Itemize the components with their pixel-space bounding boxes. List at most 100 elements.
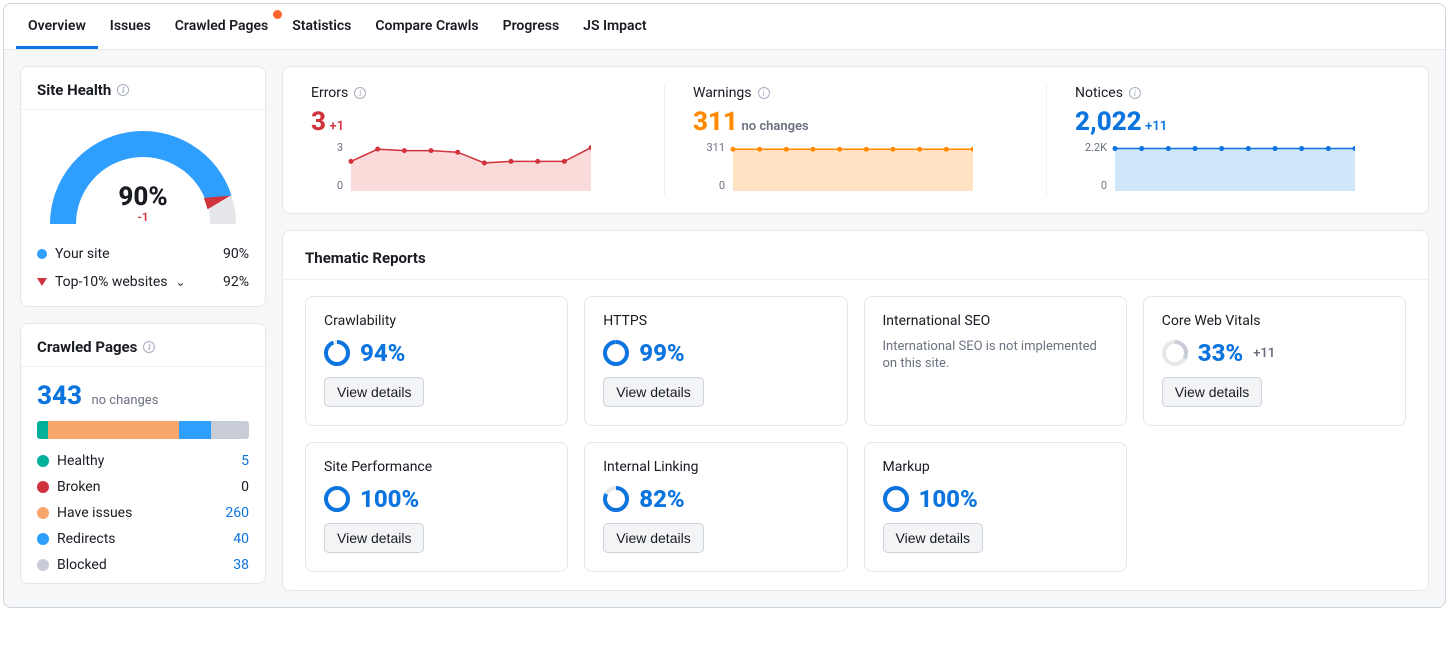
layout: Site Health i 90% -1 Your site90%Top-1: [4, 50, 1445, 607]
right-column: Errorsi 3 +1 3 0 Warningsi 311 no change…: [282, 66, 1429, 591]
info-icon[interactable]: i: [354, 87, 366, 99]
svg-text:311: 311: [706, 141, 725, 154]
triangle-down-icon: [37, 278, 47, 286]
info-icon[interactable]: i: [758, 87, 770, 99]
crawled-row-left: Blocked: [37, 557, 107, 573]
report-card-title: HTTPS: [603, 313, 828, 329]
legend-label: Top-10% websites: [55, 274, 168, 290]
crawled-subtext: no changes: [91, 393, 158, 408]
thematic-reports-grid: Crawlability 94% View detailsHTTPS 99% V…: [283, 280, 1428, 572]
legend-value: 90%: [223, 246, 249, 262]
tab-overview[interactable]: Overview: [16, 4, 98, 49]
report-card-title: International SEO: [883, 313, 1108, 329]
bullet-icon: [37, 533, 49, 545]
tab-js-impact[interactable]: JS Impact: [571, 4, 658, 49]
svg-text:0: 0: [1101, 179, 1107, 191]
metric-delta: no changes: [741, 119, 808, 134]
crawled-pages-card: Crawled Pages i 343 no changes Healthy 5 B…: [20, 323, 266, 584]
tab-statistics[interactable]: Statistics: [280, 4, 363, 49]
site-health-card: Site Health i 90% -1 Your site90%Top-1: [20, 66, 266, 307]
crawled-row-left: Have issues: [37, 505, 132, 521]
metric-value[interactable]: 311: [693, 107, 738, 137]
report-card-pct: 99%: [639, 339, 684, 367]
metrics-row: Errorsi 3 +1 3 0 Warningsi 311 no change…: [282, 66, 1429, 214]
bar-seg-redirects: [179, 421, 211, 439]
report-card-value-row: 100%: [324, 485, 549, 513]
metric-title: Noticesi: [1075, 85, 1400, 101]
metric-value[interactable]: 2,022: [1075, 107, 1142, 137]
crawled-row: Broken0: [37, 479, 249, 495]
info-icon[interactable]: i: [117, 84, 129, 96]
report-card-value-row: 99%: [603, 339, 828, 367]
bullet-icon: [37, 507, 49, 519]
report-card-international-seo: International SEOInternational SEO is no…: [864, 296, 1127, 426]
info-icon[interactable]: i: [1129, 87, 1141, 99]
chevron-down-icon[interactable]: ⌄: [176, 275, 186, 289]
crawled-row-label: Healthy: [57, 453, 104, 469]
bar-seg-blocked: [211, 421, 249, 439]
report-card-value-row: 33% +11: [1162, 339, 1387, 367]
site-health-score: 90%: [43, 182, 243, 212]
tab-issues[interactable]: Issues: [98, 4, 163, 49]
site-health-gauge: 90% -1: [43, 124, 243, 234]
tab-crawled-pages[interactable]: Crawled Pages: [163, 4, 280, 49]
bullet-icon: [37, 249, 47, 259]
crawled-row-value[interactable]: 260: [225, 505, 249, 521]
crawled-row-value[interactable]: 38: [233, 557, 249, 573]
donut-icon: [324, 486, 350, 512]
report-card-title: Markup: [883, 459, 1108, 475]
crawled-row-label: Broken: [57, 479, 100, 495]
report-card-pct: 94%: [360, 339, 405, 367]
crawled-stacked-bar: [37, 421, 249, 439]
metric-notices: Noticesi 2,022 +11 2.2K 0: [1047, 85, 1428, 195]
crawled-row: Blocked 38: [37, 557, 249, 573]
donut-icon: [603, 486, 629, 512]
legend-row: Your site 90%: [21, 240, 265, 268]
crawled-row-left: Healthy: [37, 453, 104, 469]
legend-left: Top-10% websites ⌄: [37, 274, 186, 290]
site-health-delta: -1: [43, 210, 243, 224]
bullet-icon: [37, 455, 49, 467]
crawled-row-value[interactable]: 5: [241, 453, 249, 469]
view-details-button[interactable]: View details: [324, 523, 424, 553]
crawled-row-label: Blocked: [57, 557, 107, 573]
metric-value-row: 2,022 +11: [1075, 107, 1400, 137]
view-details-button[interactable]: View details: [1162, 377, 1262, 407]
bullet-icon: [37, 481, 49, 493]
crawled-total[interactable]: 343: [37, 381, 82, 411]
crawled-row-value[interactable]: 40: [233, 531, 249, 547]
report-card-title: Core Web Vitals: [1162, 313, 1387, 329]
metric-delta: +1: [329, 119, 344, 134]
sparkline-notices: 2.2K 0: [1075, 141, 1355, 191]
thematic-reports-title: Thematic Reports: [283, 231, 1428, 280]
crawled-pages-title: Crawled Pages: [37, 338, 137, 356]
view-details-button[interactable]: View details: [603, 377, 703, 407]
view-details-button[interactable]: View details: [324, 377, 424, 407]
info-icon[interactable]: i: [143, 341, 155, 353]
report-card-value-row: 82%: [603, 485, 828, 513]
crawled-row: Have issues 260: [37, 505, 249, 521]
tabs: OverviewIssuesCrawled PagesStatisticsCom…: [4, 4, 1445, 50]
site-health-legend: Your site90%Top-10% websites⌄92%: [21, 240, 265, 306]
report-card-pct: 82%: [639, 485, 684, 513]
legend-left: Your site: [37, 246, 110, 262]
site-health-title: Site Health: [37, 81, 111, 99]
thematic-reports-card: Thematic Reports Crawlability 94% View d…: [282, 230, 1429, 591]
crawled-row: Healthy 5: [37, 453, 249, 469]
sparkline-warnings: 311 0: [693, 141, 973, 191]
metric-warnings: Warningsi 311 no changes 311 0: [665, 85, 1047, 195]
view-details-button[interactable]: View details: [603, 523, 703, 553]
svg-text:0: 0: [337, 179, 343, 191]
metric-value[interactable]: 3: [311, 107, 326, 137]
crawled-row-label: Redirects: [57, 531, 116, 547]
view-details-button[interactable]: View details: [883, 523, 983, 553]
crawled-rows: Healthy 5 Broken0 Have issues 260 Redirects 40…: [37, 453, 249, 573]
tab-progress[interactable]: Progress: [491, 4, 572, 49]
donut-icon: [603, 340, 629, 366]
report-card-pct: 100%: [360, 485, 419, 513]
metric-errors: Errorsi 3 +1 3 0: [283, 85, 665, 195]
crawled-row-left: Broken: [37, 479, 100, 495]
report-card-title: Site Performance: [324, 459, 549, 475]
crawled-row: Redirects 40: [37, 531, 249, 547]
tab-compare-crawls[interactable]: Compare Crawls: [363, 4, 490, 49]
